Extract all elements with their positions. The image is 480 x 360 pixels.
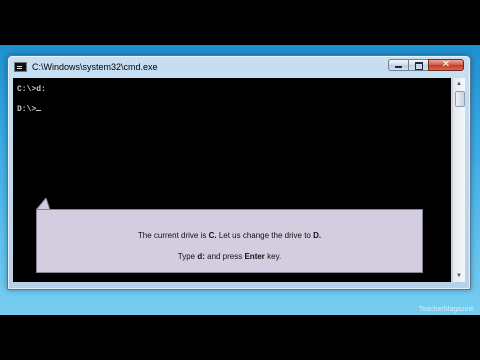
- minimize-button[interactable]: [388, 59, 408, 71]
- scroll-thumb[interactable]: [455, 91, 465, 107]
- close-button[interactable]: ✕: [428, 59, 464, 71]
- title-bar[interactable]: C:\Windows\system32\cmd.exe ✕: [8, 56, 470, 78]
- text-cursor: [36, 110, 42, 111]
- console-prompt: D:\>: [17, 105, 37, 114]
- console-prompt-line: D:\>: [17, 105, 42, 114]
- vertical-scrollbar[interactable]: ▲ ▼: [452, 78, 465, 282]
- scroll-down-arrow-icon[interactable]: ▼: [453, 270, 465, 282]
- maximize-icon: [415, 62, 423, 70]
- callout-line-1: The current drive is C. Let us change th…: [137, 231, 322, 240]
- instruction-callout: The current drive is C. Let us change th…: [36, 209, 423, 273]
- caption-buttons: ✕: [388, 59, 464, 73]
- maximize-button[interactable]: [408, 59, 428, 71]
- minimize-icon: [395, 66, 402, 68]
- cmd-icon[interactable]: [14, 62, 27, 72]
- callout-line-2: Type d: and press Enter key.: [177, 252, 282, 261]
- close-icon: ✕: [441, 59, 451, 70]
- watermark: TeacherMagazine: [418, 306, 474, 313]
- console-line-1: C:\>d:: [17, 85, 46, 94]
- window-title: C:\Windows\system32\cmd.exe: [32, 62, 158, 72]
- scroll-up-arrow-icon[interactable]: ▲: [453, 78, 465, 90]
